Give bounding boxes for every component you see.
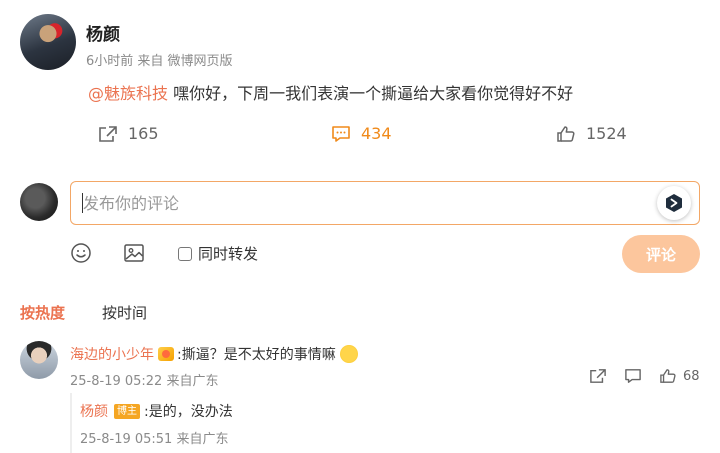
comment-share-button[interactable] — [589, 368, 607, 384]
comment-time: 25-8-19 05:22 来自广东 — [70, 374, 219, 389]
author-badge: 博主 — [114, 403, 140, 419]
repost-label: 同时转发 — [198, 245, 259, 263]
image-upload-button[interactable] — [123, 242, 145, 268]
comment-button[interactable]: 434 — [331, 124, 392, 143]
comment-text: :撕逼？是不太好的事情嘛 — [177, 347, 336, 363]
tab-sort-hot[interactable]: 按热度 — [20, 302, 65, 323]
thumbs-up-icon — [660, 369, 676, 383]
commenter-name[interactable]: 海边的小少年 — [70, 344, 154, 364]
post-meta: 6小时前 来自 微博网页版 — [86, 54, 233, 69]
comment-icon — [625, 369, 641, 383]
emoji-button[interactable] — [70, 242, 92, 268]
image-icon — [124, 244, 144, 262]
forward-count: 165 — [128, 124, 159, 143]
fan-badge-icon — [158, 347, 174, 361]
author-avatar[interactable] — [20, 14, 76, 70]
comment-input[interactable] — [83, 192, 643, 214]
comment-icon — [332, 125, 350, 142]
like-button[interactable]: 1524 — [556, 124, 627, 143]
comment-like-count: 68 — [683, 368, 700, 384]
tab-sort-time[interactable]: 按时间 — [102, 302, 147, 323]
smiley-icon — [71, 243, 91, 263]
like-count: 1524 — [586, 124, 627, 143]
thumbs-up-icon — [557, 125, 575, 142]
post-content: @魅族科技 嘿你好，下周一我们表演一个撕逼给大家看你觉得好不好 — [88, 80, 573, 104]
submit-comment-button[interactable]: 评论 — [622, 235, 700, 273]
post-body-text: 嘿你好，下周一我们表演一个撕逼给大家看你觉得好不好 — [168, 84, 574, 103]
repost-checkbox[interactable] — [178, 246, 192, 261]
share-icon — [99, 125, 117, 142]
comment-reply-button[interactable] — [624, 368, 642, 384]
reply-line: 杨颜 博主 :是的，没办法 — [80, 401, 233, 421]
smirk-emoji-icon — [339, 345, 358, 363]
comment-count: 434 — [361, 124, 392, 143]
repost-option[interactable]: 同时转发 — [178, 243, 258, 264]
reply-text: :是的，没办法 — [144, 404, 233, 420]
comment-like-button[interactable]: 68 — [659, 368, 700, 384]
current-user-avatar[interactable] — [20, 183, 58, 221]
author-name[interactable]: 杨颜 — [86, 20, 120, 45]
commenter-avatar[interactable] — [20, 341, 58, 379]
reply-time: 25-8-19 05:51 来自广东 — [80, 432, 229, 447]
comment-composer[interactable] — [70, 181, 700, 225]
forward-button[interactable]: 165 — [98, 124, 159, 143]
ai-assist-button[interactable] — [657, 186, 691, 220]
mention-link[interactable]: @魅族科技 — [88, 84, 168, 103]
ai-assist-icon — [666, 194, 682, 212]
share-icon — [590, 369, 606, 383]
reply-author-name[interactable]: 杨颜 — [80, 401, 108, 421]
comment-line: 海边的小少年 :撕逼？是不太好的事情嘛 — [70, 344, 358, 364]
